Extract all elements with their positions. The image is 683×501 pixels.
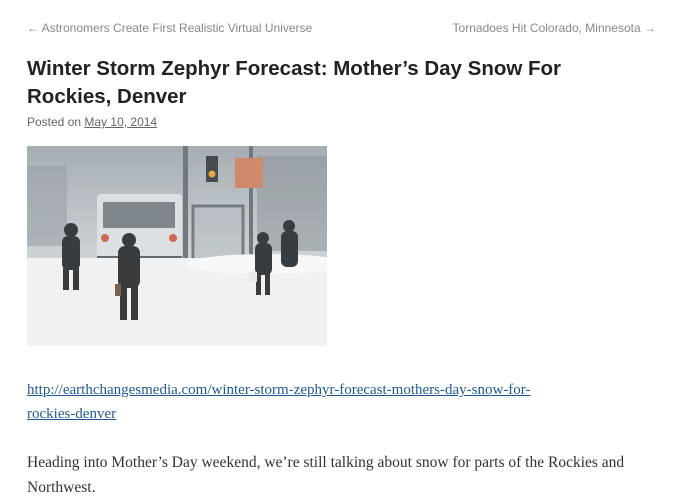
post-meta: Posted on May 10, 2014 [27,115,157,129]
source-link-line1: http://earthchangesmedia.com/winter-stor… [27,382,531,398]
posted-on-label: Posted on [27,115,82,129]
street-scene-photo [27,146,327,346]
post-title: Winter Storm Zephyr Forecast: Mother’s D… [27,57,562,108]
next-post-link[interactable]: Tornadoes Hit Colorado, Minnesota → [453,21,656,35]
source-link[interactable]: http://earthchangesmedia.com/winter-stor… [27,382,531,422]
post-date-link[interactable]: May 10, 2014 [84,115,157,129]
post-navigation: ← Astronomers Create First Realistic Vir… [27,21,656,37]
left-arrow-icon: ← [27,21,39,35]
previous-post-label: Astronomers Create First Realistic Virtu… [41,21,313,35]
source-link-line2: rockies-denver [27,406,117,422]
previous-post-link[interactable]: ← Astronomers Create First Realistic Vir… [27,21,312,35]
right-arrow-icon: → [644,21,656,35]
post-image [27,146,327,346]
post-paragraph: Heading into Mother’s Day weekend, we’re… [27,454,625,496]
source-link-block: http://earthchangesmedia.com/winter-stor… [27,378,667,426]
next-post-label: Tornadoes Hit Colorado, Minnesota [452,21,641,35]
